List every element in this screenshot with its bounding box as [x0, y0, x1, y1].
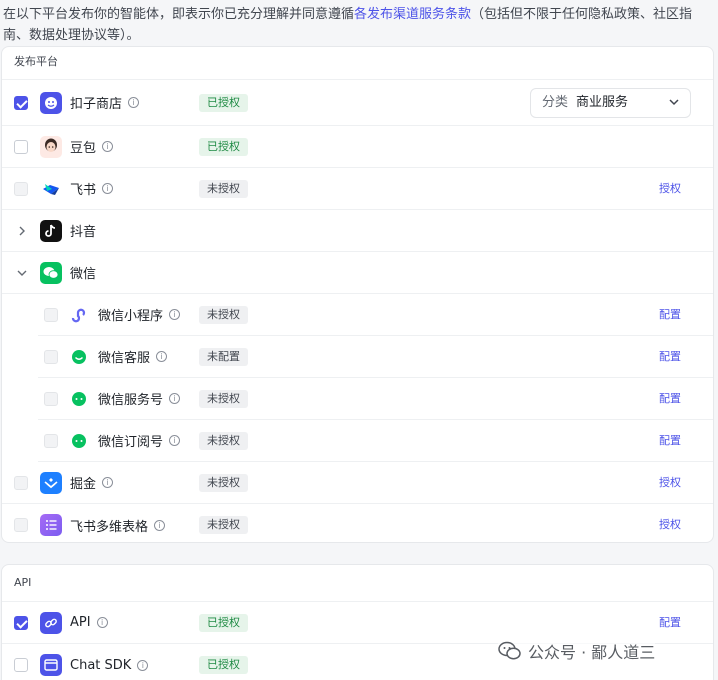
info-icon[interactable]: i [137, 659, 149, 671]
platform-row-api: API i 已授权 配置 [2, 602, 713, 644]
status-badge: 已授权 [199, 613, 248, 632]
status-badge: 未授权 [199, 179, 248, 198]
chevron-down-icon[interactable] [16, 267, 28, 279]
checkbox[interactable] [14, 615, 28, 630]
feishu-icon [40, 177, 62, 200]
authorize-link[interactable]: 授权 [659, 475, 681, 491]
status-badge: 已授权 [199, 93, 248, 112]
configure-link[interactable]: 配置 [659, 615, 681, 631]
platform-row-wechat: 微信 [2, 252, 713, 294]
platform-name: 扣子商店 [70, 97, 123, 112]
platform-name: 飞书多维表格 [70, 519, 149, 535]
platform-row-coze-store: 扣子商店 i 已授权 分类 商业服务 [2, 80, 713, 126]
authorize-link[interactable]: 授权 [659, 517, 681, 533]
checkbox[interactable] [44, 433, 58, 448]
chat-sdk-window-icon [40, 654, 62, 676]
platform-name: 微信 [70, 267, 97, 282]
info-icon[interactable]: i [102, 141, 114, 152]
platform-row-doubao: 豆包 i 已授权 [2, 126, 713, 168]
wechat-subscription-icon [68, 429, 90, 452]
checkbox[interactable] [14, 475, 28, 490]
info-icon[interactable]: i [169, 393, 181, 404]
platform-name: 微信小程序 [98, 309, 164, 324]
publish-terms-notice: 在以下平台发布你的智能体，即表示你已充分理解并同意遵循各发布渠道服务条款（包括但… [3, 7, 693, 43]
platform-name: 微信订阅号 [98, 435, 164, 450]
doubao-avatar-icon [40, 135, 62, 158]
watermark: 公众号 · 鄙人道三 [498, 639, 656, 663]
checkbox[interactable] [44, 349, 58, 364]
status-badge: 未授权 [199, 431, 248, 450]
info-icon[interactable]: i [169, 435, 181, 446]
status-badge: 未授权 [199, 473, 248, 492]
configure-link[interactable]: 配置 [659, 349, 681, 365]
platform-name: 掘金 [70, 477, 97, 492]
wechat-service-icon [68, 345, 90, 368]
section-title: 发布平台 [2, 47, 713, 80]
checkbox[interactable] [14, 181, 28, 196]
platform-row-wechat-official-service: 微信服务号 i 未授权 配置 [38, 378, 713, 420]
checkbox[interactable] [14, 95, 28, 110]
wechat-official-icon [68, 387, 90, 410]
checkbox[interactable] [14, 658, 28, 672]
info-icon[interactable]: i [102, 477, 114, 488]
wechat-icon [40, 261, 62, 284]
juejin-icon [40, 471, 62, 494]
platform-card: 发布平台 扣子商店 i 已授权 分类 商业服务 豆包 i 已授权 飞书 i 未授权 授权 [1, 46, 714, 543]
configure-link[interactable]: 配置 [659, 391, 681, 407]
status-badge: 未授权 [199, 389, 248, 408]
status-badge: 未授权 [199, 516, 248, 534]
info-icon[interactable]: i [169, 309, 181, 320]
configure-link[interactable]: 配置 [659, 307, 681, 323]
platform-name: 豆包 [70, 141, 97, 156]
miniprogram-icon [68, 303, 90, 326]
watermark-text: 公众号 · 鄙人道三 [528, 643, 656, 662]
platform-row-juejin: 掘金 i 未授权 授权 [2, 462, 713, 504]
api-link-icon [40, 611, 62, 634]
platform-name: 抖音 [70, 225, 97, 240]
status-badge: 未授权 [199, 305, 248, 324]
chevron-right-icon[interactable] [16, 225, 28, 237]
douyin-icon [40, 219, 62, 242]
platform-row-douyin: 抖音 [2, 210, 713, 252]
platform-row-wechat-miniprogram: 微信小程序 i 未授权 配置 [38, 294, 713, 336]
checkbox[interactable] [44, 307, 58, 322]
category-select[interactable]: 分类 商业服务 [530, 87, 691, 118]
wechat-watermark-icon [498, 641, 522, 661]
checkbox[interactable] [14, 518, 28, 532]
configure-link[interactable]: 配置 [659, 433, 681, 449]
info-icon[interactable]: i [128, 97, 140, 108]
platform-row-wechat-subscription: 微信订阅号 i 未授权 配置 [38, 420, 713, 462]
section-title: API [2, 565, 713, 602]
platform-row-feishu-base: 飞书多维表格 i 未授权 授权 [2, 504, 713, 542]
status-badge: 已授权 [199, 656, 248, 674]
info-icon[interactable]: i [154, 519, 166, 531]
platform-row-wechat-service: 微信客服 i 未配置 配置 [38, 336, 713, 378]
platform-name: Chat SDK [70, 657, 132, 673]
coze-store-icon [40, 91, 62, 114]
info-icon[interactable]: i [156, 351, 168, 362]
status-badge: 未配置 [199, 347, 248, 366]
checkbox[interactable] [14, 139, 28, 154]
platform-name: 微信客服 [98, 351, 151, 366]
platform-name: 微信服务号 [98, 393, 164, 408]
info-icon[interactable]: i [96, 617, 108, 628]
platform-row-feishu: 飞书 i 未授权 授权 [2, 168, 713, 210]
chevron-down-icon [668, 89, 680, 128]
platform-name: API [70, 615, 91, 630]
status-badge: 已授权 [199, 137, 248, 156]
authorize-link[interactable]: 授权 [659, 181, 681, 197]
platform-name: 飞书 [70, 183, 97, 198]
checkbox[interactable] [44, 391, 58, 406]
info-icon[interactable]: i [102, 183, 114, 194]
terms-link[interactable]: 各发布渠道服务条款 [354, 7, 471, 22]
feishu-base-icon [40, 514, 62, 536]
